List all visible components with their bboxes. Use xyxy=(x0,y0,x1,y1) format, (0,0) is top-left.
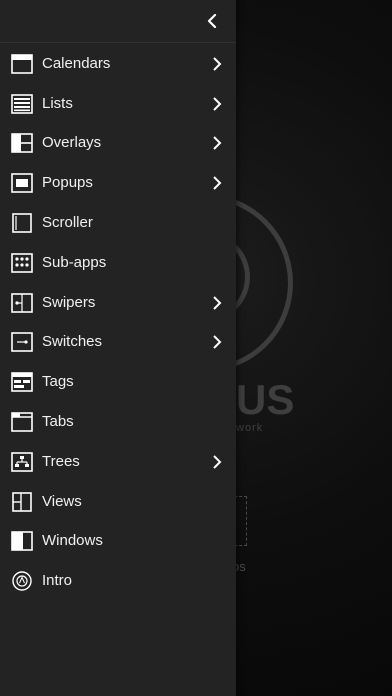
menu-item-label: Trees xyxy=(42,452,80,470)
menu-item-label: Lists xyxy=(42,94,73,112)
intro-icon xyxy=(11,571,33,591)
scroller-icon xyxy=(11,213,33,233)
menu-item-label: Sub-apps xyxy=(42,253,107,271)
menu-item-swipers[interactable]: Swipers xyxy=(0,283,236,323)
menu-item-label: Popups xyxy=(42,174,93,192)
menu-item-label: Intro xyxy=(42,572,73,590)
logo-text: US xyxy=(236,376,295,423)
menu-item-label: Swipers xyxy=(42,293,96,311)
menu-item-label: Tabs xyxy=(42,413,74,431)
menu-item-switches[interactable]: Switches xyxy=(0,323,236,363)
views-icon xyxy=(11,491,33,512)
menu-item-tabs[interactable]: Tabs xyxy=(0,402,236,442)
sub-apps-icon xyxy=(11,253,33,273)
menu-item-lists[interactable]: Lists xyxy=(0,84,236,124)
drawer-menu: Calendars Lists Overlays Popups Scroller… xyxy=(0,43,236,601)
tree-icon xyxy=(11,452,33,472)
chevron-right-icon xyxy=(212,96,222,111)
menu-item-windows[interactable]: Windows xyxy=(0,522,236,562)
popup-icon xyxy=(11,173,33,194)
chevron-right-icon xyxy=(212,136,222,151)
drawer-header xyxy=(0,0,236,43)
menu-item-views[interactable]: Views xyxy=(0,482,236,522)
menu-item-trees[interactable]: Trees xyxy=(0,442,236,482)
close-drawer-button[interactable] xyxy=(200,9,224,33)
calendar-icon xyxy=(11,54,33,74)
chevron-left-icon xyxy=(207,14,217,28)
menu-item-label: Calendars xyxy=(42,54,111,72)
list-icon xyxy=(11,93,33,114)
menu-item-label: Windows xyxy=(42,532,103,550)
menu-item-label: Scroller xyxy=(42,214,93,232)
overlay-icon xyxy=(11,133,33,154)
menu-item-label: Switches xyxy=(42,333,103,351)
tabs-icon xyxy=(11,412,33,432)
menu-item-overlays[interactable]: Overlays xyxy=(0,124,236,164)
side-drawer: Calendars Lists Overlays Popups Scroller… xyxy=(0,0,236,696)
chevron-right-icon xyxy=(212,335,222,350)
menu-item-intro[interactable]: Intro xyxy=(0,561,236,601)
menu-item-tags[interactable]: Tags xyxy=(0,362,236,402)
menu-item-scroller[interactable]: Scroller xyxy=(0,203,236,243)
switch-icon xyxy=(11,332,33,353)
window-icon xyxy=(11,531,33,552)
logo-subtext: work xyxy=(236,422,264,434)
chevron-right-icon xyxy=(212,295,222,310)
menu-item-popups[interactable]: Popups xyxy=(0,163,236,203)
menu-item-calendars[interactable]: Calendars xyxy=(0,44,236,84)
swiper-icon xyxy=(11,292,33,313)
menu-item-label: Tags xyxy=(42,373,74,391)
menu-item-label: Views xyxy=(42,492,82,510)
menu-item-sub-apps[interactable]: Sub-apps xyxy=(0,243,236,283)
chevron-right-icon xyxy=(212,455,222,469)
menu-item-label: Overlays xyxy=(42,134,102,152)
tags-icon xyxy=(11,372,33,393)
chevron-right-icon xyxy=(212,57,222,71)
chevron-right-icon xyxy=(212,176,222,190)
